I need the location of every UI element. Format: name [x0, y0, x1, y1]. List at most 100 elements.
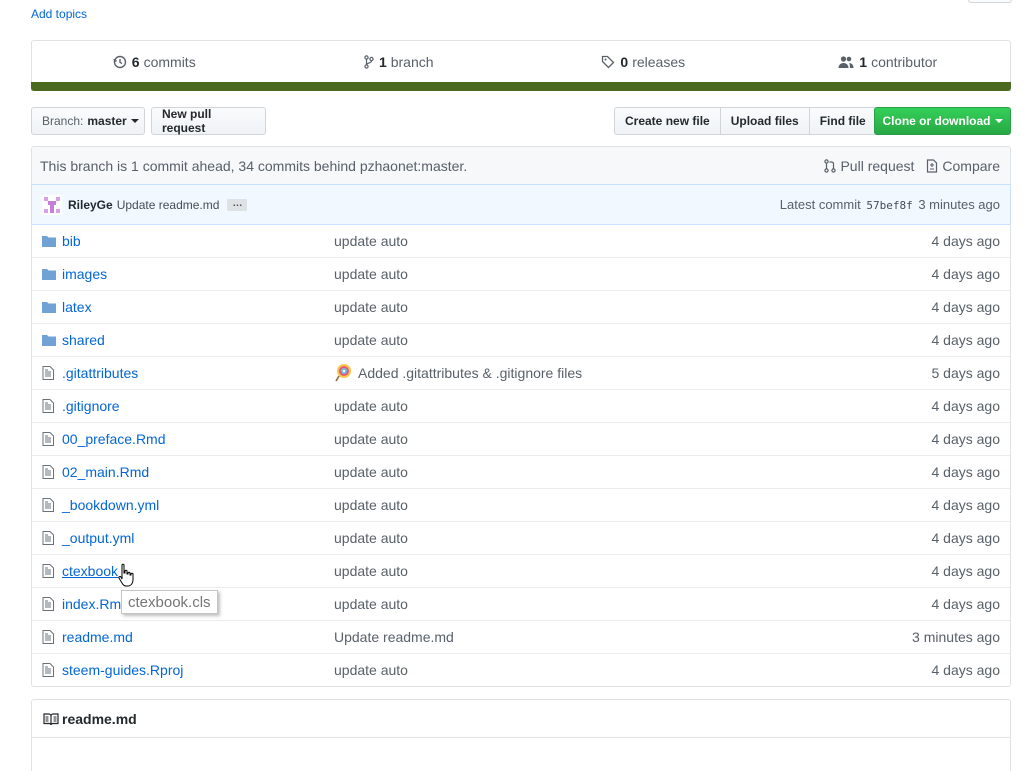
file-name-link[interactable]: bib	[62, 233, 334, 249]
file-commit-message: update auto	[334, 596, 932, 612]
file-commit-message-link[interactable]: update auto	[334, 530, 408, 546]
file-name-link[interactable]: latex	[62, 299, 334, 315]
file-commit-message-link[interactable]: update auto	[334, 398, 408, 414]
file-commit-message: update auto	[334, 233, 932, 249]
pull-request-icon	[824, 158, 837, 173]
file-icon	[42, 432, 60, 446]
file-row: shared update auto 4 days ago	[32, 323, 1010, 356]
branches-count[interactable]: 1 branch	[277, 54, 522, 70]
file-commit-message: update auto	[334, 398, 932, 414]
file-commit-message: update auto	[334, 332, 932, 348]
file-name-link[interactable]: ctexbook	[62, 563, 334, 579]
file-commit-message: update auto	[334, 497, 932, 513]
file-commit-message-link[interactable]: update auto	[334, 299, 408, 315]
file-icon	[42, 663, 60, 677]
add-topics-link[interactable]: Add topics	[31, 7, 87, 21]
file-commit-message-link[interactable]: update auto	[334, 266, 408, 282]
file-name-link[interactable]: shared	[62, 332, 334, 348]
file-row: _output.yml update auto 4 days ago	[32, 521, 1010, 554]
compare-icon	[927, 158, 938, 173]
file-age: 4 days ago	[931, 398, 1001, 414]
pull-request-link[interactable]: Pull request	[824, 158, 914, 174]
file-commit-message: update auto	[334, 431, 932, 447]
branch-select-button[interactable]: Branch: master	[31, 107, 145, 135]
commits-count[interactable]: 6 commits	[32, 54, 277, 70]
folder-icon	[42, 301, 60, 313]
file-commit-message-link[interactable]: update auto	[334, 497, 408, 513]
file-age: 4 days ago	[931, 431, 1001, 447]
file-age: 4 days ago	[931, 232, 1001, 249]
people-icon	[838, 56, 854, 68]
commit-message[interactable]: Update readme.md	[117, 198, 220, 212]
file-commit-message: update auto	[334, 266, 932, 282]
readme-header: readme.md	[32, 700, 1010, 738]
file-commit-message-link[interactable]: update auto	[334, 464, 408, 480]
file-name-link[interactable]: _bookdown.yml	[62, 497, 334, 513]
file-row: _bookdown.yml update auto 4 days ago	[32, 488, 1010, 521]
file-row: .gitattributes Added .gitattributes & .gi…	[32, 356, 1010, 389]
edit-button[interactable]	[968, 0, 1012, 3]
file-actions-group: Create new file Upload files Find file	[614, 107, 877, 135]
latest-commit-bar: RileyGe Update readme.md … Latest commit…	[31, 184, 1011, 225]
file-age: 4 days ago	[931, 464, 1001, 480]
file-name-link[interactable]: 02_main.Rmd	[62, 464, 334, 480]
avatar[interactable]	[42, 194, 62, 215]
caret-down-icon	[994, 119, 1003, 123]
file-row: latex update auto 4 days ago	[32, 290, 1010, 323]
file-row: readme.md Update readme.md 3 minutes ago	[32, 620, 1010, 653]
compare-link[interactable]: Compare	[926, 158, 1000, 174]
file-commit-message-link[interactable]: update auto	[334, 431, 408, 447]
commit-expand-button[interactable]: …	[227, 198, 248, 211]
file-icon	[42, 597, 60, 611]
folder-icon	[42, 334, 60, 346]
branch-status-message: This branch is 1 commit ahead, 34 commit…	[40, 157, 468, 174]
file-name-link[interactable]: _output.yml	[62, 530, 334, 546]
file-name-link[interactable]: steem-guides.Rproj	[62, 662, 334, 678]
lollipop-emoji-icon	[335, 364, 351, 382]
file-row: 02_main.Rmd update auto 4 days ago	[32, 455, 1010, 488]
file-age: 4 days ago	[931, 332, 1001, 348]
file-commit-message: update auto	[334, 464, 932, 480]
file-commit-message: Added .gitattributes & .gitignore files	[334, 363, 932, 383]
file-commit-message-link[interactable]: update auto	[334, 563, 408, 579]
file-row: images update auto 4 days ago	[32, 257, 1010, 290]
commit-sha[interactable]: 57bef8f	[866, 199, 912, 212]
file-row: steem-guides.Rproj update auto 4 days ago	[32, 653, 1010, 686]
releases-count[interactable]: 0 releases	[521, 54, 766, 70]
file-commit-message: update auto	[334, 662, 932, 678]
file-icon	[42, 465, 60, 479]
file-name-link[interactable]: readme.md	[62, 629, 334, 645]
file-age: 4 days ago	[931, 596, 1001, 612]
upload-files-button[interactable]: Upload files	[719, 107, 810, 135]
file-age: 4 days ago	[931, 530, 1001, 546]
caret-down-icon	[130, 119, 139, 123]
file-name-link[interactable]: images	[62, 266, 334, 282]
file-age: 4 days ago	[931, 497, 1001, 513]
commit-author[interactable]: RileyGe	[68, 198, 113, 212]
file-name-link[interactable]: .gitattributes	[62, 365, 334, 381]
file-name-link[interactable]: .gitignore	[62, 398, 334, 414]
contributors-count[interactable]: 1 contributor	[766, 54, 1011, 70]
file-name-tooltip: ctexbook.cls	[121, 590, 218, 614]
file-commit-message-link[interactable]: update auto	[334, 596, 408, 612]
file-icon	[42, 498, 60, 512]
find-file-button[interactable]: Find file	[808, 107, 877, 135]
file-age: 4 days ago	[931, 563, 1001, 579]
file-name-link[interactable]: 00_preface.Rmd	[62, 431, 334, 447]
file-commit-message-link[interactable]: update auto	[334, 662, 408, 678]
file-commit-message-link[interactable]: update auto	[334, 233, 408, 249]
file-commit-message: update auto	[334, 299, 932, 315]
file-row: 00_preface.Rmd update auto 4 days ago	[32, 422, 1010, 455]
create-new-file-button[interactable]: Create new file	[614, 107, 721, 135]
new-pull-request-button[interactable]: New pull request	[151, 107, 266, 135]
branch-status-bar: This branch is 1 commit ahead, 34 commit…	[31, 146, 1011, 184]
file-icon	[42, 564, 60, 578]
file-commit-message-link[interactable]: Update readme.md	[334, 629, 454, 645]
book-icon	[43, 712, 59, 725]
clone-or-download-button[interactable]: Clone or download	[874, 107, 1011, 135]
file-commit-message: Update readme.md	[334, 629, 912, 645]
language-bar[interactable]	[31, 82, 1011, 91]
file-commit-message-link[interactable]: update auto	[334, 332, 408, 348]
file-commit-message-link[interactable]: Added .gitattributes & .gitignore files	[358, 365, 582, 381]
file-commit-message: update auto	[334, 563, 932, 579]
